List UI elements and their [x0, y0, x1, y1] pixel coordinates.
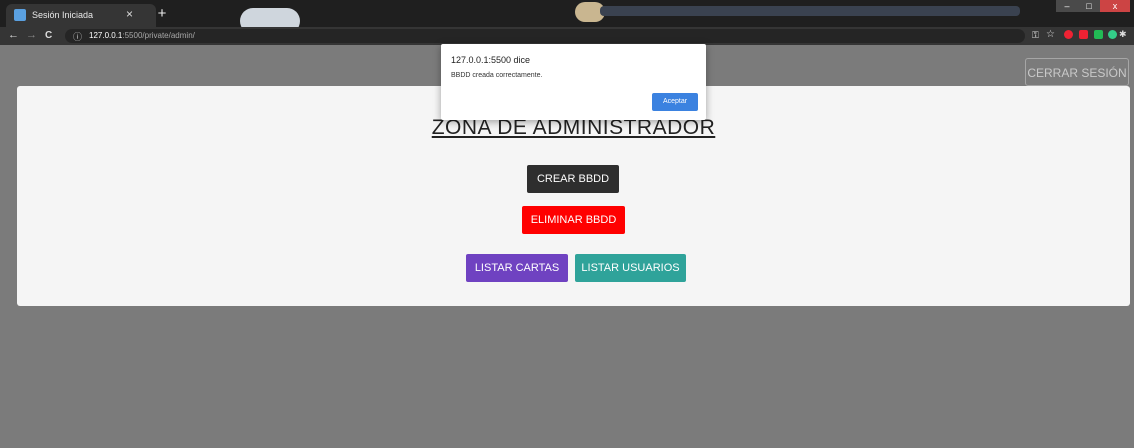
url-path: :5500/private/admin/	[122, 31, 195, 40]
browser-tab-bar: Sesión Iniciada × + – □ x	[0, 0, 1134, 27]
url-host: 127.0.0.1	[89, 31, 123, 40]
window-close-button[interactable]: x	[1100, 0, 1130, 12]
favicon-icon	[14, 9, 26, 21]
create-db-button[interactable]: CREAR BBDD	[527, 165, 619, 193]
blurred-background-shape	[240, 8, 300, 27]
puzzle-icon[interactable]: ✱	[1119, 29, 1127, 40]
star-icon[interactable]: ☆	[1046, 29, 1055, 40]
extension-icon[interactable]	[1064, 30, 1073, 39]
reload-button[interactable]: C	[45, 30, 52, 41]
extension-icon[interactable]	[1108, 30, 1117, 39]
extension-icon[interactable]	[1079, 30, 1088, 39]
blurred-background-shape	[600, 6, 1020, 16]
delete-db-button[interactable]: ELIMINAR BBDD	[522, 206, 625, 234]
forward-button[interactable]: →	[26, 29, 37, 41]
accept-button[interactable]: Aceptar	[652, 93, 698, 111]
back-button[interactable]: ←	[8, 29, 19, 41]
list-users-button[interactable]: LISTAR USUARIOS	[575, 254, 686, 282]
url-input[interactable]: ⓘ 127.0.0.1:5500/private/admin/	[65, 29, 1025, 43]
dialog-message: BBDD creada correctamente.	[451, 72, 543, 79]
alert-dialog: 127.0.0.1:5500 dice BBDD creada correcta…	[441, 44, 706, 120]
address-bar: ← → C ⓘ 127.0.0.1:5500/private/admin/ ⚿ …	[0, 27, 1134, 45]
tab-title: Sesión Iniciada	[32, 10, 94, 20]
browser-tab[interactable]: Sesión Iniciada ×	[6, 4, 156, 27]
window-controls: – □ x	[1056, 0, 1130, 12]
info-icon[interactable]: ⓘ	[73, 30, 82, 43]
dialog-title: 127.0.0.1:5500 dice	[451, 55, 531, 65]
extension-icon[interactable]	[1094, 30, 1103, 39]
minimize-button[interactable]: –	[1056, 0, 1078, 12]
url-text: 127.0.0.1:5500/private/admin/	[89, 31, 195, 40]
logout-button[interactable]: CERRAR SESIÓN	[1025, 58, 1129, 86]
list-cards-button[interactable]: LISTAR CARTAS	[466, 254, 568, 282]
maximize-button[interactable]: □	[1078, 0, 1100, 12]
key-icon[interactable]: ⚿	[1032, 30, 1039, 41]
new-tab-button[interactable]: +	[154, 6, 170, 22]
tab-close-icon[interactable]: ×	[126, 7, 133, 21]
